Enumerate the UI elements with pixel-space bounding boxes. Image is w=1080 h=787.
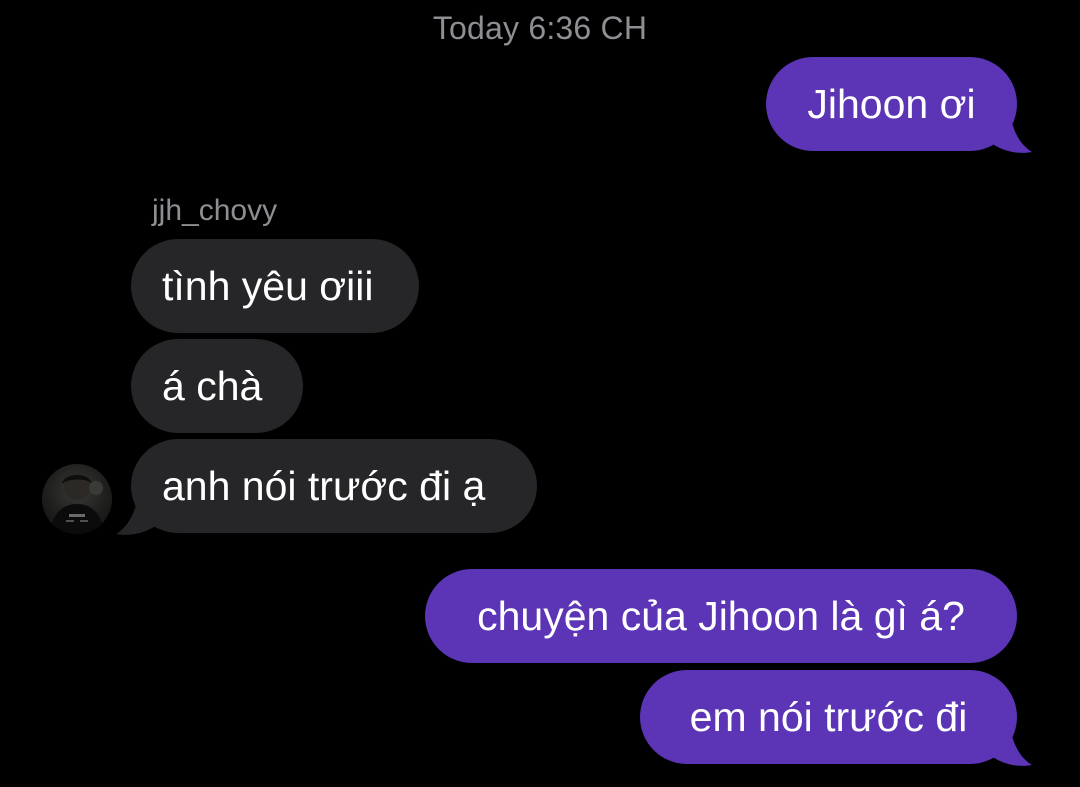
incoming-message-bubble[interactable]: á chà — [131, 339, 303, 433]
profile-photo-icon — [50, 472, 104, 534]
message-text: em nói trước đi — [689, 694, 968, 740]
message-text: á chà — [162, 363, 263, 409]
message-text: Jihoon ơi — [807, 81, 976, 127]
sender-name: jjh_chovy — [152, 194, 278, 227]
incoming-message-bubble[interactable]: tình yêu ơiii — [131, 239, 419, 333]
avatar[interactable] — [42, 464, 112, 534]
message-text: tình yêu ơiii — [162, 263, 374, 309]
incoming-message-bubble[interactable]: anh nói trước đi ạ — [131, 439, 537, 533]
outgoing-message-bubble[interactable]: chuyện của Jihoon là gì á? — [425, 569, 1017, 663]
bubble-tail-icon — [990, 112, 1032, 153]
outgoing-message-bubble[interactable]: Jihoon ơi — [766, 57, 1017, 151]
message-timestamp: Today 6:36 CH — [432, 10, 648, 46]
message-text: chuyện của Jihoon là gì á? — [477, 593, 965, 639]
outgoing-message-bubble[interactable]: em nói trước đi — [640, 670, 1017, 764]
message-text: anh nói trước đi ạ — [162, 463, 486, 509]
bubble-tail-icon — [990, 725, 1032, 766]
bubble-tail-icon — [116, 494, 158, 535]
